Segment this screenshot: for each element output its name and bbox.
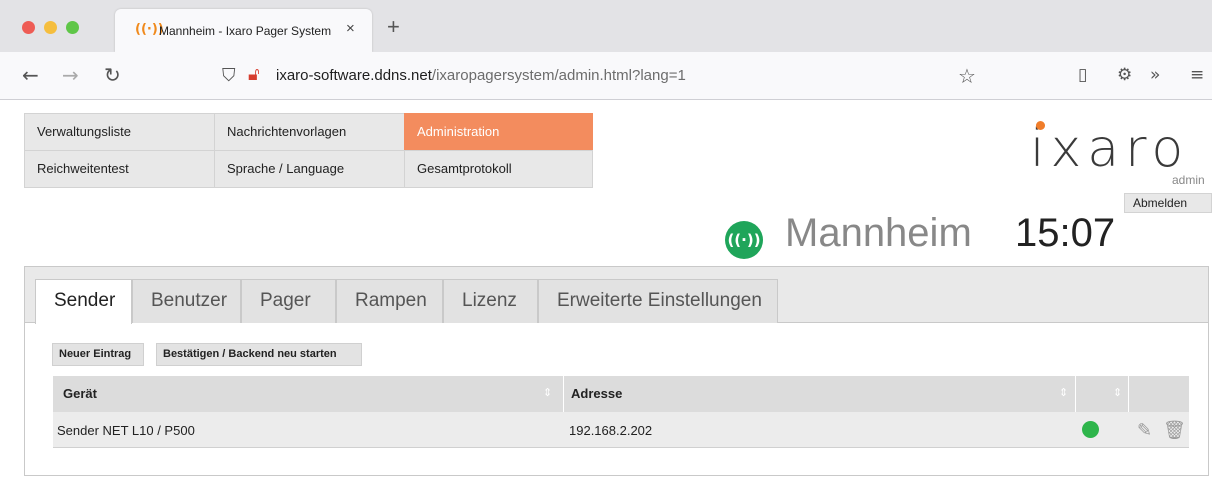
- logo-dot: [1036, 121, 1045, 130]
- admin-panel: Sender Benutzer Pager Rampen Lizenz Erwe…: [24, 266, 1209, 476]
- tab-pager[interactable]: Pager: [241, 279, 336, 323]
- logout-button[interactable]: Abmelden: [1124, 193, 1212, 213]
- window-minimize-button[interactable]: [44, 21, 57, 34]
- sort-icon[interactable]: ⇕: [1059, 386, 1068, 399]
- reader-view-icon[interactable]: ▯: [1078, 65, 1087, 85]
- url-path: /ixaropagersystem/admin.html?lang=1: [431, 67, 686, 84]
- address-bar[interactable]: ⛉ 🔓︎ ixaro-software.ddns.net/ixaropagers…: [210, 58, 990, 94]
- new-entry-button[interactable]: Neuer Eintrag: [52, 343, 144, 366]
- tab-erweiterte-einstellungen[interactable]: Erweiterte Einstellungen: [538, 279, 778, 323]
- menu-item-sprache[interactable]: Sprache / Language: [214, 150, 405, 188]
- tab-lizenz[interactable]: Lizenz: [443, 279, 538, 323]
- column-header-geraet[interactable]: Gerät: [63, 386, 97, 401]
- browser-navbar: ← → ↻ ⛉ 🔓︎ ixaro-software.ddns.net/ixaro…: [0, 52, 1212, 100]
- shield-icon[interactable]: ⛉: [222, 65, 236, 86]
- tab-benutzer[interactable]: Benutzer: [132, 279, 241, 323]
- tab-title: Mannheim - Ixaro Pager System: [159, 24, 332, 38]
- browser-tab[interactable]: ((·)) Mannheim - Ixaro Pager System ×: [115, 9, 372, 52]
- url-text[interactable]: ixaro-software.ddns.net/ixaropagersystem…: [276, 67, 686, 84]
- station-name: Mannheim: [785, 211, 972, 255]
- window-close-button[interactable]: [22, 21, 35, 34]
- menu-item-nachrichtenvorlagen[interactable]: Nachrichtenvorlagen: [214, 113, 405, 151]
- menu-item-verwaltungsliste[interactable]: Verwaltungsliste: [24, 113, 215, 151]
- ixaro-logo: ixaro: [1030, 115, 1212, 179]
- trash-icon[interactable]: 🗑︎: [1163, 420, 1186, 441]
- tab-close-icon[interactable]: ×: [346, 20, 355, 37]
- confirm-restart-button[interactable]: Bestätigen / Backend neu starten: [156, 343, 362, 366]
- edit-icon[interactable]: ✎: [1137, 420, 1152, 441]
- tab-rampen[interactable]: Rampen: [336, 279, 443, 323]
- new-tab-button[interactable]: +: [387, 14, 400, 40]
- admin-tabbar: Sender Benutzer Pager Rampen Lizenz Erwe…: [25, 267, 1208, 324]
- radio-status-icon: ((·)): [725, 221, 763, 259]
- back-arrow-icon[interactable]: ←: [22, 63, 39, 87]
- bookmark-star-icon[interactable]: ☆: [958, 64, 976, 88]
- overflow-chevron-icon[interactable]: »: [1150, 65, 1160, 85]
- logo-text: ixaro: [1030, 119, 1190, 179]
- tab-sender[interactable]: Sender: [35, 279, 132, 324]
- sort-icon[interactable]: ⇕: [543, 386, 552, 399]
- menu-item-reichweitentest[interactable]: Reichweitentest: [24, 150, 215, 188]
- extension-icon[interactable]: ⚙: [1117, 65, 1132, 85]
- table-header: Gerät ⇕ Adresse ⇕ ⇕: [53, 376, 1189, 412]
- browser-titlebar: ((·)) Mannheim - Ixaro Pager System × +: [0, 0, 1212, 52]
- clock-time: 15:07: [1015, 211, 1116, 255]
- menu-item-administration[interactable]: Administration: [404, 113, 593, 151]
- reload-icon[interactable]: ↻: [104, 63, 121, 87]
- url-host: ixaro-software.ddns.net: [276, 67, 432, 84]
- window-zoom-button[interactable]: [66, 21, 79, 34]
- column-header-adresse[interactable]: Adresse: [571, 386, 622, 401]
- cell-device: Sender NET L10 / P500: [57, 423, 195, 438]
- user-role-label: admin: [1172, 173, 1205, 187]
- menu-item-gesamtprotokoll[interactable]: Gesamtprotokoll: [404, 150, 593, 188]
- cell-address: 192.168.2.202: [569, 423, 653, 438]
- status-online-indicator: [1082, 421, 1099, 438]
- table-row[interactable]: Sender NET L10 / P500 192.168.2.202 ✎ 🗑︎: [53, 412, 1189, 448]
- insecure-lock-icon[interactable]: 🔓︎: [248, 64, 260, 85]
- forward-arrow-icon[interactable]: →: [62, 63, 79, 87]
- hamburger-menu-icon[interactable]: ≡: [1190, 65, 1204, 85]
- sort-icon[interactable]: ⇕: [1113, 386, 1122, 399]
